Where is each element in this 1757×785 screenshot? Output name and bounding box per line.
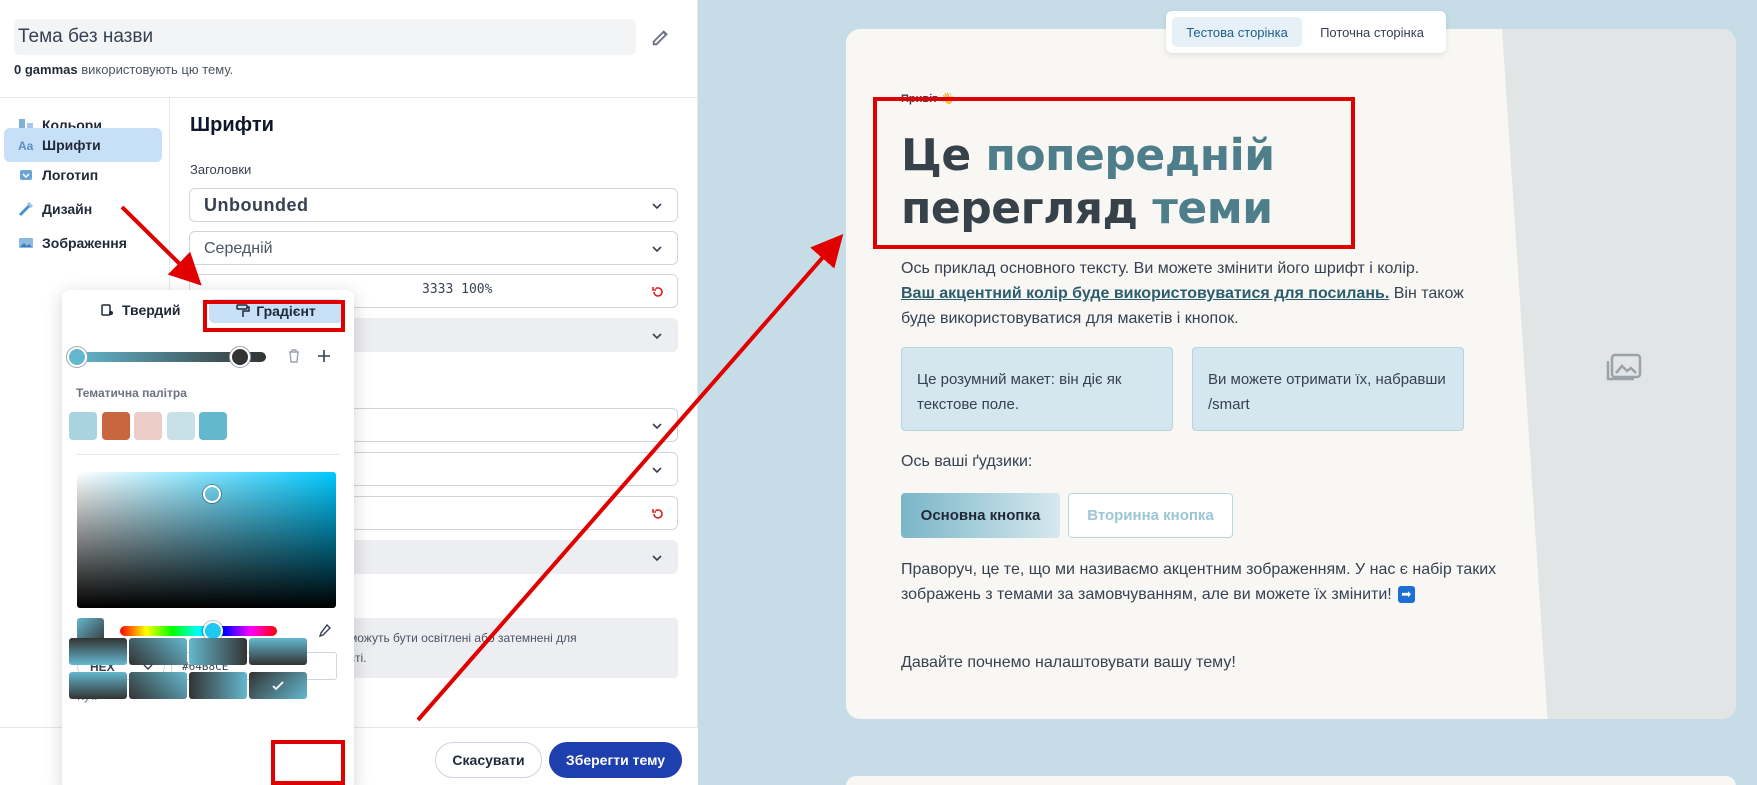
chevron-down-icon bbox=[652, 555, 662, 562]
smart-layout-box: Це розумний макет: він діє як текстове п… bbox=[901, 347, 1173, 431]
accent-link[interactable]: Ваш акцентний колір буде використовувати… bbox=[901, 285, 1389, 302]
nav-item-fonts[interactable]: Aa Шрифти bbox=[4, 128, 162, 162]
pencil-icon[interactable] bbox=[650, 26, 672, 48]
gradient-stop-handle[interactable] bbox=[67, 347, 87, 367]
angle-option[interactable] bbox=[189, 638, 247, 665]
font-family-select[interactable]: Unbounded bbox=[189, 188, 678, 222]
font-weight-select[interactable]: Середній bbox=[189, 231, 678, 265]
theme-name-text: Тема без назви bbox=[18, 26, 154, 47]
plus-icon[interactable] bbox=[316, 348, 332, 364]
palette-swatch[interactable] bbox=[69, 412, 97, 440]
tab-solid-label: Твердий bbox=[122, 302, 181, 318]
trash-icon[interactable] bbox=[286, 348, 302, 364]
image-icon bbox=[19, 238, 33, 248]
annotation-box-angle bbox=[271, 740, 345, 785]
buttons-heading: Ось ваші ґудзики: bbox=[901, 453, 1033, 470]
palette-swatch[interactable] bbox=[199, 412, 227, 440]
palette-swatch[interactable] bbox=[167, 412, 195, 440]
info-note-text: можуть бути освітлені або затемнені для … bbox=[349, 631, 577, 665]
chevron-down-icon bbox=[652, 423, 662, 430]
save-theme-button[interactable]: Зберегти тему bbox=[549, 742, 682, 778]
check-icon bbox=[272, 680, 284, 690]
annotation-box-headline bbox=[873, 97, 1355, 249]
font-icon: Aa bbox=[18, 139, 34, 153]
angle-option[interactable] bbox=[249, 638, 307, 665]
svg-text:Aa: Aa bbox=[18, 139, 34, 153]
palette-swatch[interactable] bbox=[134, 412, 162, 440]
chevron-down-icon bbox=[652, 333, 662, 340]
body-text: Ось приклад основного тексту. Ви можете … bbox=[901, 256, 1491, 331]
angle-option[interactable] bbox=[69, 672, 127, 699]
saturation-handle[interactable] bbox=[203, 485, 221, 503]
preview-tabs: Тестова сторінка Поточна сторінка bbox=[1166, 11, 1446, 53]
preview-card-next bbox=[846, 776, 1736, 785]
nav-item-images[interactable]: Зображення bbox=[4, 226, 162, 260]
angle-option-selected[interactable] bbox=[249, 672, 307, 699]
nav-label: Дизайн bbox=[42, 201, 93, 217]
right-arrow-icon: ➡ bbox=[1397, 586, 1415, 604]
image-placeholder-icon bbox=[1606, 353, 1642, 381]
tab-current-page[interactable]: Поточна сторінка bbox=[1306, 17, 1438, 47]
font-weight-value: Середній bbox=[204, 240, 273, 257]
primary-button[interactable]: Основна кнопка bbox=[901, 493, 1060, 538]
body-intro: Ось приклад основного тексту. Ви можете … bbox=[901, 260, 1420, 277]
divider bbox=[76, 454, 340, 455]
heading-color-value: 3333 100% bbox=[422, 282, 493, 297]
headings-label: Заголовки bbox=[190, 162, 252, 177]
reset-icon[interactable] bbox=[651, 285, 665, 299]
theme-name-field[interactable]: Тема без назви bbox=[14, 19, 636, 55]
nav-label: Зображення bbox=[42, 235, 127, 251]
chevron-down-icon bbox=[652, 467, 662, 474]
chevron-down-icon bbox=[652, 203, 662, 210]
design-icon bbox=[18, 201, 34, 217]
accent-image-text: Праворуч, це те, що ми називаємо акцентн… bbox=[901, 557, 1501, 607]
gradient-stop-handle[interactable] bbox=[230, 347, 250, 367]
fill-bucket-icon bbox=[101, 304, 113, 316]
palette-label: Тематична палітра bbox=[76, 386, 187, 400]
palette-swatch[interactable] bbox=[102, 412, 130, 440]
usage-count: 0 gammas bbox=[14, 62, 78, 77]
closing-text: Давайте почнемо налаштовувати вашу тему! bbox=[901, 654, 1236, 671]
tab-test-page[interactable]: Тестова сторінка bbox=[1172, 17, 1302, 47]
hue-slider[interactable] bbox=[120, 626, 277, 636]
font-family-value: Unbounded bbox=[204, 195, 309, 215]
reset-icon[interactable] bbox=[651, 507, 665, 521]
nav-label: Логотип bbox=[42, 167, 99, 183]
eyedropper-icon[interactable] bbox=[316, 623, 332, 639]
angle-option[interactable] bbox=[129, 672, 187, 699]
nav-label: Шрифти bbox=[42, 137, 101, 153]
angle-option[interactable] bbox=[189, 672, 247, 699]
nav-item-logo[interactable]: Логотип bbox=[4, 158, 162, 192]
nav-item-design[interactable]: Дизайн bbox=[4, 192, 162, 226]
color-picker-popover: Твердий Градієнт Тематична палітра HEX К… bbox=[62, 290, 354, 785]
chevron-down-icon bbox=[652, 246, 662, 253]
annotation-box-gradient-tab bbox=[203, 300, 345, 332]
theme-usage-text: 0 gammas використовують цю тему. bbox=[14, 62, 233, 77]
usage-suffix: використовують цю тему. bbox=[77, 62, 234, 77]
angle-option[interactable] bbox=[129, 638, 187, 665]
tab-solid[interactable]: Твердий bbox=[100, 302, 181, 318]
cancel-button[interactable]: Скасувати bbox=[435, 742, 542, 778]
logo-icon bbox=[20, 170, 32, 180]
smart-layout-box: Ви можете отримати їх, набравши /smart bbox=[1192, 347, 1464, 431]
angle-option[interactable] bbox=[69, 638, 127, 665]
section-title: Шрифти bbox=[190, 114, 274, 136]
secondary-button[interactable]: Вторинна кнопка bbox=[1068, 493, 1233, 538]
